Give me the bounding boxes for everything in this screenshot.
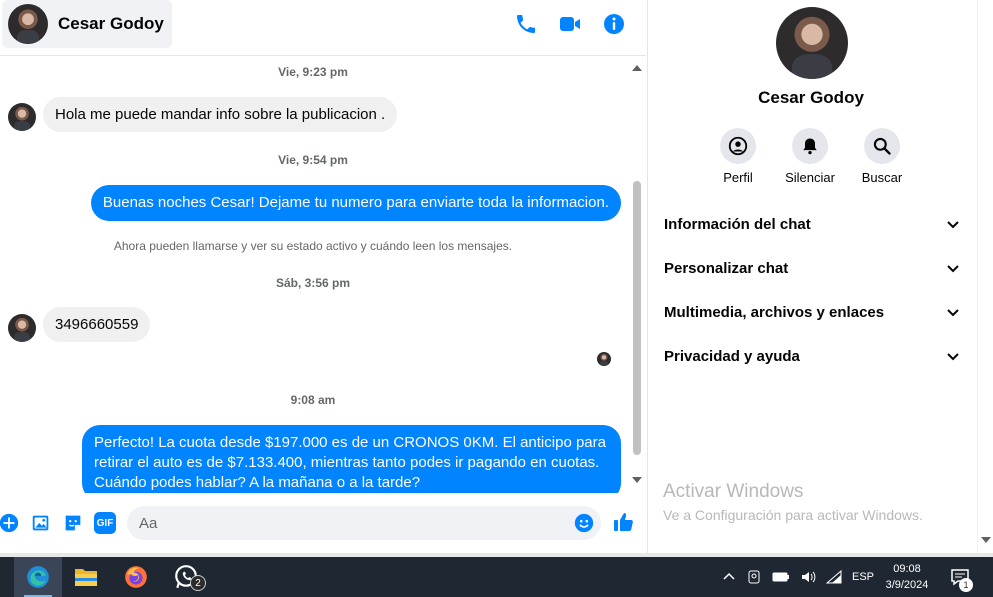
- chevron-down-icon: [947, 221, 959, 229]
- chevron-up-icon[interactable]: [722, 570, 736, 584]
- meet-now-icon[interactable]: [746, 569, 762, 585]
- profile-avatar[interactable]: [776, 7, 848, 79]
- mute-label: Silenciar: [785, 170, 835, 185]
- timestamp: Vie, 9:54 pm: [278, 153, 348, 167]
- search-label: Buscar: [861, 170, 903, 185]
- read-receipt-avatar: [597, 352, 611, 366]
- clock-date: 3/9/2024: [885, 579, 929, 591]
- conversation-info-panel: Cesar Godoy Perfil Silenciar Buscar Info…: [647, 0, 977, 553]
- profile-icon: [720, 128, 756, 164]
- watermark-subtitle: Ve a Configuración para activar Windows.: [663, 507, 923, 523]
- chat-pane: Cesar Godoy Vie, 9:23 pm Hola me puede m…: [0, 0, 646, 553]
- watermark-title: Activar Windows: [663, 481, 804, 502]
- sticker-icon[interactable]: [62, 512, 84, 534]
- composer-bar: GIF: [0, 496, 646, 552]
- contact-avatar: [8, 103, 36, 131]
- clock-time: 09:08: [893, 563, 921, 575]
- system-notice: Ahora pueden llamarse y ver su estado ac…: [113, 239, 513, 253]
- firefox-taskbar-button[interactable]: [112, 557, 160, 597]
- message-input[interactable]: [127, 506, 601, 540]
- section-label: Información del chat: [664, 215, 811, 233]
- section-media-files-links[interactable]: Multimedia, archivos y enlaces: [664, 292, 960, 332]
- video-icon[interactable]: [558, 12, 582, 36]
- firefox-icon: [125, 566, 147, 588]
- emoji-icon[interactable]: [573, 512, 595, 534]
- timestamp: Sáb, 3:56 pm: [275, 276, 351, 290]
- incoming-message[interactable]: Hola me puede mandar info sobre la publi…: [43, 97, 398, 132]
- incoming-message[interactable]: 3496660559: [43, 307, 151, 342]
- chevron-down-icon: [947, 309, 959, 317]
- info-icon[interactable]: [602, 12, 626, 36]
- scroll-down-icon[interactable]: [981, 537, 991, 543]
- wifi-icon[interactable]: [826, 569, 842, 585]
- search-icon: [864, 128, 900, 164]
- language-indicator[interactable]: ESP: [852, 571, 874, 583]
- whatsapp-badge: 2: [190, 575, 206, 591]
- notification-center-button[interactable]: 1: [950, 557, 973, 597]
- windows-activation-watermark: Activar Windows Ve a Configuración para …: [663, 481, 923, 523]
- scroll-down-icon[interactable]: [632, 477, 642, 483]
- section-privacy-help[interactable]: Privacidad y ayuda: [664, 336, 960, 376]
- timestamp: Vie, 9:23 pm: [278, 65, 348, 79]
- file-explorer-icon: [75, 569, 97, 586]
- section-customize-chat[interactable]: Personalizar chat: [664, 248, 960, 288]
- message-list[interactable]: Vie, 9:23 pm Hola me puede mandar info s…: [0, 57, 630, 493]
- section-label: Privacidad y ayuda: [664, 347, 800, 365]
- message-scrollbar[interactable]: [630, 57, 644, 493]
- phone-icon[interactable]: [514, 12, 538, 36]
- panel-scrollbar[interactable]: [977, 0, 993, 553]
- scroll-thumb[interactable]: [633, 181, 641, 455]
- outgoing-message[interactable]: Perfecto! La cuota desde $197.000 es de …: [82, 425, 621, 493]
- profile-label: Perfil: [723, 170, 753, 185]
- whatsapp-taskbar-button[interactable]: 2: [162, 557, 210, 597]
- notification-count: 1: [959, 578, 973, 592]
- profile-name: Cesar Godoy: [758, 88, 864, 107]
- section-chat-info[interactable]: Información del chat: [664, 204, 960, 244]
- image-icon[interactable]: [30, 512, 52, 534]
- edge-taskbar-button[interactable]: [14, 557, 62, 597]
- chevron-down-icon: [947, 353, 959, 361]
- contact-header-button[interactable]: Cesar Godoy: [2, 0, 172, 48]
- search-button[interactable]: Buscar: [847, 128, 917, 185]
- like-icon[interactable]: [612, 510, 636, 534]
- contact-avatar: [8, 4, 48, 44]
- mute-button[interactable]: Silenciar: [775, 128, 845, 185]
- battery-icon[interactable]: [772, 569, 790, 585]
- outgoing-message[interactable]: Buenas noches Cesar! Dejame tu numero pa…: [90, 185, 621, 221]
- bell-icon: [792, 128, 828, 164]
- system-tray: ESP: [722, 557, 874, 597]
- edge-icon: [27, 566, 49, 588]
- contact-avatar: [8, 314, 36, 342]
- contact-name: Cesar Godoy: [58, 14, 164, 33]
- windows-taskbar: 2 ESP 09:08 3/9/2024 1: [0, 557, 993, 597]
- clock[interactable]: 09:08 3/9/2024: [872, 561, 942, 593]
- profile-button[interactable]: Perfil: [703, 128, 773, 185]
- timestamp: 9:08 am: [290, 393, 336, 407]
- chat-header: Cesar Godoy: [0, 0, 646, 56]
- chevron-down-icon: [947, 265, 959, 273]
- gif-icon[interactable]: GIF: [94, 512, 116, 534]
- scroll-up-icon[interactable]: [632, 65, 642, 71]
- file-explorer-taskbar-button[interactable]: [62, 557, 110, 597]
- volume-icon[interactable]: [800, 569, 816, 585]
- section-label: Personalizar chat: [664, 259, 789, 277]
- section-label: Multimedia, archivos y enlaces: [664, 303, 885, 321]
- plus-icon[interactable]: [0, 512, 20, 534]
